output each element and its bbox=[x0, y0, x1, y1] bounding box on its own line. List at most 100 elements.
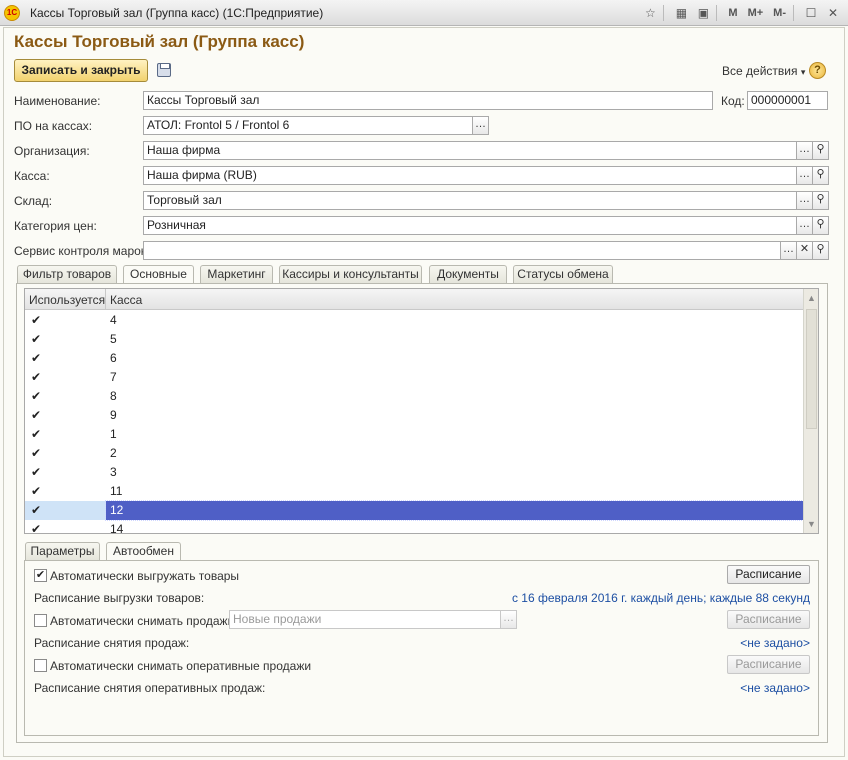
marks-service-field[interactable] bbox=[143, 241, 781, 260]
organization-field[interactable]: Наша фирма bbox=[143, 141, 797, 160]
kassa-cell[interactable]: 11 bbox=[106, 482, 803, 501]
marks-service-open-icon[interactable]: ⚲ bbox=[813, 241, 829, 260]
favorites-icon[interactable]: ☆ bbox=[641, 4, 659, 22]
software-select-button[interactable]: … bbox=[473, 116, 489, 135]
calendar-icon[interactable]: ▣ bbox=[694, 4, 712, 22]
take-sales-schedule-link[interactable]: <не задано> bbox=[740, 636, 810, 650]
table-row[interactable]: ✔ 14 bbox=[25, 520, 803, 533]
used-check-icon[interactable]: ✔ bbox=[25, 387, 106, 406]
table-row[interactable]: ✔ 8 bbox=[25, 387, 803, 406]
help-icon[interactable]: ? bbox=[809, 62, 826, 79]
name-field[interactable]: Кассы Торговый зал bbox=[143, 91, 713, 110]
table-row[interactable]: ✔ 7 bbox=[25, 368, 803, 387]
organization-open-icon[interactable]: ⚲ bbox=[813, 141, 829, 160]
used-check-icon[interactable]: ✔ bbox=[25, 330, 106, 349]
tab-cashiers[interactable]: Кассиры и консультанты bbox=[279, 265, 422, 284]
tab-goods-filter[interactable]: Фильтр товаров bbox=[17, 265, 117, 284]
marks-service-label: Сервис контроля марок: bbox=[14, 244, 150, 258]
new-sales-select-button[interactable]: … bbox=[501, 610, 517, 629]
kassa-cell[interactable]: 2 bbox=[106, 444, 803, 463]
memory-plus-button[interactable]: M+ bbox=[745, 4, 767, 22]
calculator-icon[interactable]: ▦ bbox=[672, 4, 690, 22]
tab-main[interactable]: Основные bbox=[123, 265, 194, 285]
used-check-icon[interactable]: ✔ bbox=[25, 482, 106, 501]
save-and-close-button[interactable]: Записать и закрыть bbox=[14, 59, 148, 82]
clear-icon[interactable]: ✕ bbox=[797, 241, 813, 260]
table-row[interactable]: ✔ 5 bbox=[25, 330, 803, 349]
chevron-down-icon: ▾ bbox=[800, 67, 806, 77]
price-category-field[interactable]: Розничная bbox=[143, 216, 797, 235]
new-sales-field[interactable]: Новые продажи bbox=[229, 610, 501, 629]
scroll-down-icon[interactable]: ▼ bbox=[807, 519, 816, 529]
tab-marketing[interactable]: Маркетинг bbox=[200, 265, 273, 284]
take-sales-checkbox[interactable] bbox=[34, 614, 47, 627]
organization-select-button[interactable]: … bbox=[797, 141, 813, 160]
upload-schedule-button[interactable]: Расписание bbox=[727, 565, 810, 584]
scrollbar-thumb[interactable] bbox=[806, 309, 817, 429]
kassa-cell[interactable]: 1 bbox=[106, 425, 803, 444]
upload-schedule-link[interactable]: с 16 февраля 2016 г. каждый день; каждые… bbox=[512, 591, 810, 605]
all-actions-menu[interactable]: Все действия ▾ bbox=[722, 64, 805, 78]
used-check-icon[interactable]: ✔ bbox=[25, 501, 106, 520]
toolbar-separator bbox=[663, 5, 665, 21]
kassa-cell[interactable]: 4 bbox=[106, 311, 803, 330]
used-check-icon[interactable]: ✔ bbox=[25, 368, 106, 387]
kassa-cell[interactable]: 14 bbox=[106, 520, 803, 533]
scroll-up-icon[interactable]: ▲ bbox=[807, 293, 816, 303]
table-row[interactable]: ✔ 1 bbox=[25, 425, 803, 444]
take-sales-schedule-button[interactable]: Расписание bbox=[727, 610, 810, 629]
take-oper-schedule-link[interactable]: <не задано> bbox=[740, 681, 810, 695]
take-oper-sales-checkbox[interactable] bbox=[34, 659, 47, 672]
tab-documents[interactable]: Документы bbox=[429, 265, 507, 284]
column-header-kassa[interactable]: Касса bbox=[110, 293, 142, 307]
kassa-cell[interactable]: 12 bbox=[105, 500, 804, 521]
1c-app-icon[interactable]: 1С bbox=[4, 5, 20, 21]
used-check-icon[interactable]: ✔ bbox=[25, 520, 106, 533]
close-icon[interactable]: ✕ bbox=[824, 4, 842, 22]
cash-select-button[interactable]: … bbox=[797, 166, 813, 185]
memory-m-button[interactable]: M bbox=[725, 4, 740, 22]
table-row[interactable]: ✔ 11 bbox=[25, 482, 803, 501]
used-check-icon[interactable]: ✔ bbox=[25, 463, 106, 482]
column-header-used[interactable]: Используется bbox=[29, 293, 105, 307]
save-icon[interactable] bbox=[157, 63, 171, 77]
warehouse-open-icon[interactable]: ⚲ bbox=[813, 191, 829, 210]
kassa-cell[interactable]: 8 bbox=[106, 387, 803, 406]
table-header: Используется Касса bbox=[25, 289, 803, 310]
warehouse-select-button[interactable]: … bbox=[797, 191, 813, 210]
table-scrollbar[interactable]: ▲ ▼ bbox=[803, 289, 818, 533]
upload-goods-checkbox[interactable]: ✔ bbox=[34, 569, 47, 582]
table-row[interactable]: ✔ 6 bbox=[25, 349, 803, 368]
used-check-icon[interactable]: ✔ bbox=[25, 349, 106, 368]
used-check-icon[interactable]: ✔ bbox=[25, 406, 106, 425]
used-check-icon[interactable]: ✔ bbox=[25, 311, 106, 330]
take-sales-label: Автоматически снимать продажи bbox=[50, 614, 235, 628]
cash-field[interactable]: Наша фирма (RUB) bbox=[143, 166, 797, 185]
used-check-icon[interactable]: ✔ bbox=[25, 425, 106, 444]
code-field[interactable]: 000000001 bbox=[747, 91, 828, 110]
warehouse-field[interactable]: Торговый зал bbox=[143, 191, 797, 210]
cash-open-icon[interactable]: ⚲ bbox=[813, 166, 829, 185]
used-check-icon[interactable]: ✔ bbox=[25, 444, 106, 463]
kassa-cell[interactable]: 6 bbox=[106, 349, 803, 368]
take-oper-schedule-button[interactable]: Расписание bbox=[727, 655, 810, 674]
kassa-cell[interactable]: 3 bbox=[106, 463, 803, 482]
kassa-cell[interactable]: 5 bbox=[106, 330, 803, 349]
price-category-open-icon[interactable]: ⚲ bbox=[813, 216, 829, 235]
price-category-select-button[interactable]: … bbox=[797, 216, 813, 235]
memory-minus-button[interactable]: M- bbox=[770, 4, 789, 22]
table-row[interactable]: ✔ 9 bbox=[25, 406, 803, 425]
subtab-autoexchange[interactable]: Автообмен bbox=[106, 542, 181, 562]
software-field[interactable]: АТОЛ: Frontol 5 / Frontol 6 bbox=[143, 116, 473, 135]
tab-exchange-statuses[interactable]: Статусы обмена bbox=[513, 265, 613, 284]
table-row[interactable]: ✔ 4 bbox=[25, 311, 803, 330]
maximize-icon[interactable]: ☐ bbox=[802, 4, 820, 22]
kassa-cell[interactable]: 9 bbox=[106, 406, 803, 425]
table-row[interactable]: ✔ 2 bbox=[25, 444, 803, 463]
marks-service-select-button[interactable]: … bbox=[781, 241, 797, 260]
kassa-cell[interactable]: 7 bbox=[106, 368, 803, 387]
table-row[interactable]: ✔ 3 bbox=[25, 463, 803, 482]
table-row[interactable]: ✔ 12 bbox=[25, 500, 804, 521]
cash-registers-table[interactable]: Используется Касса ✔ 4 ✔ 5 ✔ 6 ✔ 7 ✔ 8 ✔ 9 ✔ 1 ✔ 2 ✔ 3 ✔ 11… bbox=[24, 288, 819, 534]
subtab-parameters[interactable]: Параметры bbox=[25, 542, 100, 561]
